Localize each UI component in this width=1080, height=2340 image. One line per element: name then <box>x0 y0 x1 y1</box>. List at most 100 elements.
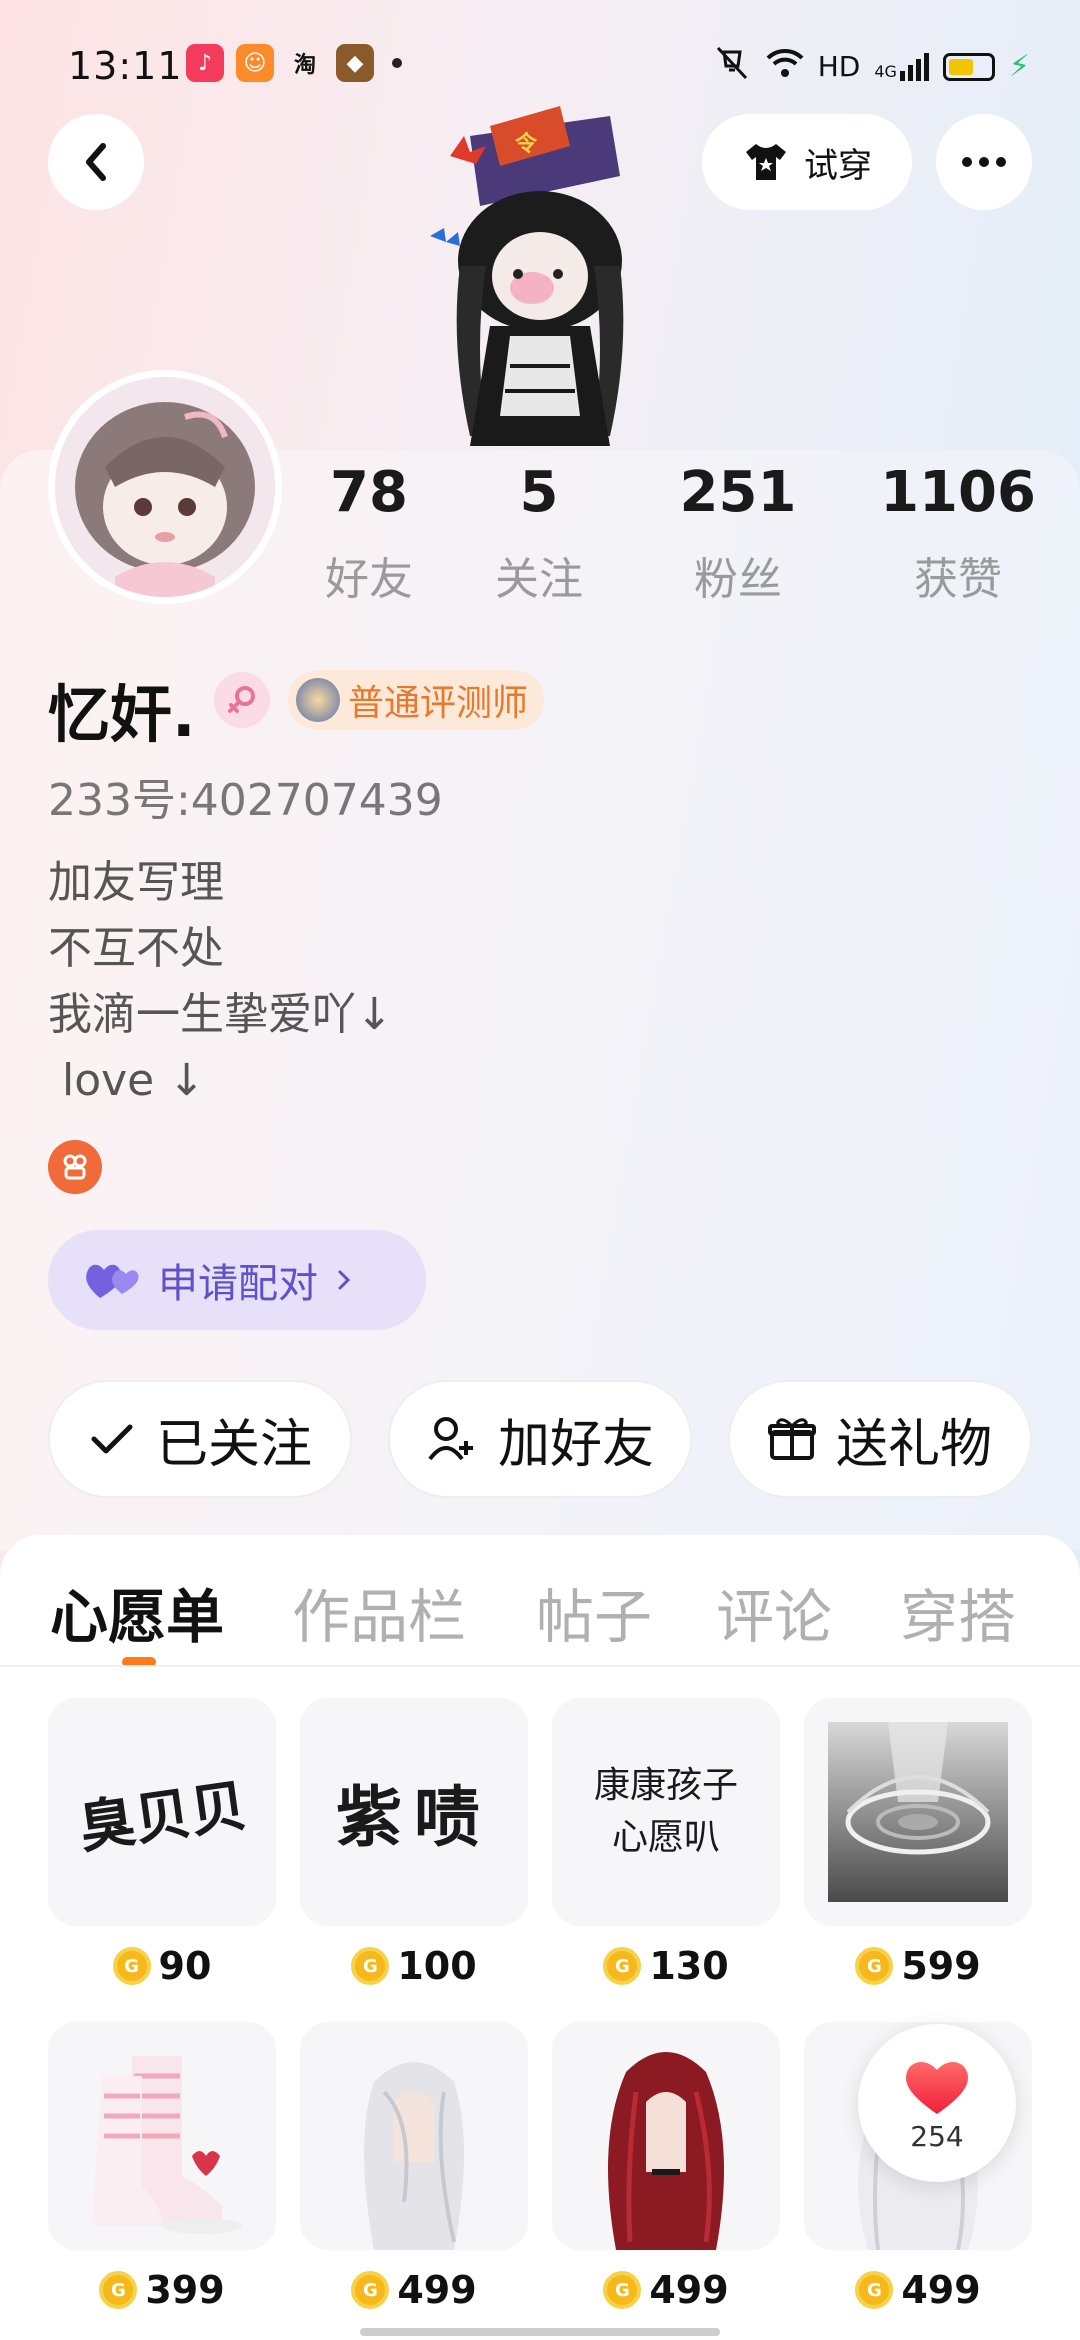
coin-icon: G <box>351 1947 390 1985</box>
notification-icons: ♪ ☺ 淘 ◆ <box>186 44 402 82</box>
username: 忆奸. <box>48 678 196 751</box>
more-options-button[interactable] <box>936 114 1032 210</box>
game-app-icon: ☺ <box>236 44 274 82</box>
status-indicators: HD 4G ⚡ <box>712 46 1030 87</box>
stat-value: 5 <box>519 460 559 525</box>
charging-icon: ⚡ <box>1008 49 1030 84</box>
wishlist-item[interactable]: 康康孩子心愿叭 G 130 <box>552 1698 780 1988</box>
user-avatar[interactable] <box>48 370 282 604</box>
back-button[interactable] <box>48 114 144 210</box>
coin-icon: G <box>99 2271 138 2309</box>
home-indicator[interactable] <box>360 2328 720 2336</box>
price-value: 599 <box>901 1944 981 1988</box>
wishlist-item-image <box>804 1698 1032 1926</box>
coin-icon: G <box>603 2271 642 2309</box>
wishlist-item-image <box>300 2022 528 2250</box>
wishlist-art-text: 臭贝贝 <box>74 1772 251 1861</box>
add-friend-label: 加好友 <box>497 1414 654 1475</box>
followed-button[interactable]: 已关注 <box>48 1380 352 1498</box>
reviewer-title-badge[interactable]: 普通评测师 <box>288 670 545 730</box>
wishlist-price: G 399 <box>48 2268 276 2312</box>
tab-works[interactable]: 作品栏 <box>292 1570 466 1654</box>
checkmark-icon <box>91 1424 133 1454</box>
reviewer-title-label: 普通评测师 <box>348 683 529 724</box>
wishlist-price: G 499 <box>804 2268 1032 2312</box>
more-notifications-dot <box>392 58 402 68</box>
wishlist-price: G 130 <box>552 1944 780 1988</box>
send-gift-label: 送礼物 <box>835 1414 992 1475</box>
stat-following[interactable]: 5 关注 <box>484 460 594 607</box>
tab-outfits[interactable]: 穿搭 <box>900 1570 1016 1654</box>
interest-tag-icon[interactable] <box>48 1140 102 1194</box>
price-value: 499 <box>649 2268 729 2312</box>
silver-hair-item-image <box>364 2062 464 2250</box>
wifi-icon <box>766 48 804 85</box>
add-friend-button[interactable]: 加好友 <box>388 1380 692 1498</box>
wishlist-item[interactable]: G 499 <box>300 2022 528 2312</box>
taobao-app-icon: 淘 <box>293 53 316 78</box>
tab-wishlist[interactable]: 心愿单 <box>50 1570 224 1654</box>
price-value: 399 <box>145 2268 225 2312</box>
platform-item-image <box>828 1722 1008 1902</box>
chevron-right-icon <box>338 1270 351 1290</box>
wishlist-item[interactable]: 臭贝贝 G 90 <box>48 1698 276 1988</box>
user-bio: 加友写理 不互不处 我滴一生挚爱吖↓ love ↓ <box>48 850 393 1114</box>
add-user-icon <box>428 1417 473 1461</box>
price-value: 130 <box>649 1944 729 1988</box>
heart-icon <box>906 2061 968 2114</box>
wishlist-item-image <box>48 2022 276 2250</box>
wishlist-art-text: 康康孩子心愿叭 <box>593 1765 738 1858</box>
hd-label: HD <box>817 50 861 83</box>
stat-friends[interactable]: 78 好友 <box>314 460 424 607</box>
tab-divider <box>0 1665 1080 1667</box>
chevron-left-icon <box>86 143 106 181</box>
wishlist-item-image <box>552 2022 780 2250</box>
request-pairing-button[interactable]: 申请配对 <box>48 1230 426 1330</box>
stat-value: 251 <box>679 460 797 525</box>
followed-label: 已关注 <box>155 1414 312 1475</box>
like-floating-button[interactable]: 254 <box>858 2024 1016 2182</box>
coin-icon: G <box>855 2271 894 2309</box>
status-time: 13:11 <box>68 44 183 88</box>
try-on-label: 试穿 <box>804 145 872 186</box>
boots-item-image <box>92 2056 242 2234</box>
bio-line: love ↓ <box>48 1055 206 1106</box>
stat-fans[interactable]: 251 粉丝 <box>678 460 798 607</box>
double-heart-icon <box>86 1264 139 1298</box>
svg-text:令: 令 <box>515 131 538 157</box>
stat-value: 78 <box>330 460 408 525</box>
wishlist-price: G 100 <box>300 1944 528 1988</box>
wishlist-item[interactable]: G 599 <box>804 1698 1032 1988</box>
bio-line: 加友写理 <box>48 857 224 908</box>
price-value: 90 <box>158 1944 212 1988</box>
price-value: 100 <box>397 1944 477 1988</box>
more-dot-icon <box>979 157 989 167</box>
stat-label: 好友 <box>325 554 413 605</box>
hero-game-app-icon: ◆ <box>336 44 374 82</box>
try-on-button[interactable]: 试穿 <box>702 114 912 210</box>
wishlist-item[interactable]: 紫啧 G 100 <box>300 1698 528 1988</box>
stat-label: 获赞 <box>914 554 1002 605</box>
stat-value: 1106 <box>880 460 1036 525</box>
stat-label: 关注 <box>495 554 583 605</box>
bio-line: 我滴一生挚爱吖↓ <box>48 989 393 1040</box>
wishlist-item[interactable]: G 399 <box>48 2022 276 2312</box>
female-gender-icon <box>214 672 270 728</box>
send-gift-button[interactable]: 送礼物 <box>728 1380 1032 1498</box>
like-count: 254 <box>910 2119 964 2153</box>
stat-likes[interactable]: 1106 获赞 <box>878 460 1038 607</box>
character-avatar-3d[interactable]: 令 <box>410 96 670 451</box>
wishlist-item-image: 康康孩子心愿叭 <box>552 1698 780 1926</box>
wishlist-item[interactable]: G 499 <box>552 2022 780 2312</box>
coin-icon: G <box>855 1947 894 1985</box>
wishlist-item-image: 臭贝贝 <box>48 1698 276 1926</box>
coin-icon: G <box>351 2271 390 2309</box>
battery-icon <box>942 52 995 81</box>
price-value: 499 <box>901 2268 981 2312</box>
tab-comments[interactable]: 评论 <box>716 1570 832 1654</box>
user-id: 233号:402707439 <box>48 775 443 826</box>
tab-posts[interactable]: 帖子 <box>536 1570 652 1654</box>
wishlist-price: G 90 <box>48 1944 276 1988</box>
profile-tabs: 心愿单 作品栏 帖子 评论 穿搭 <box>0 1570 1080 1670</box>
bio-line: 不互不处 <box>48 923 224 974</box>
